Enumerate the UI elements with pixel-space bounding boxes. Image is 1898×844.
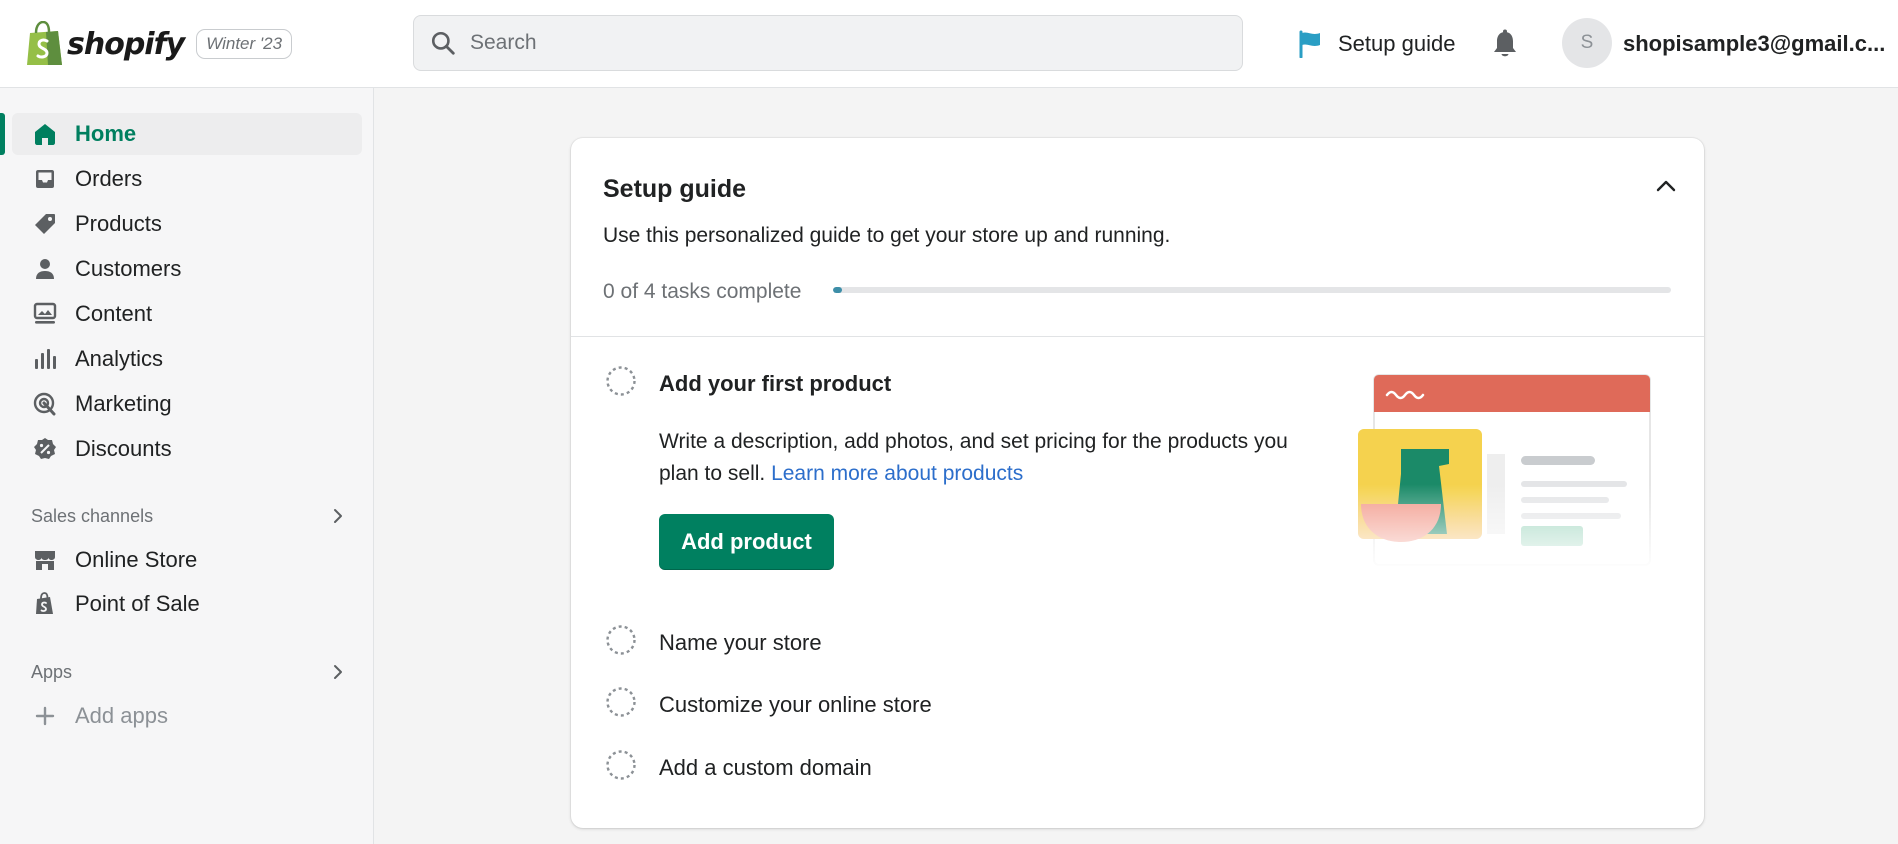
sidebar-item-content[interactable]: Content <box>12 293 362 335</box>
store-icon <box>35 551 55 570</box>
card-subtitle: Use this personalized guide to get your … <box>603 224 1171 247</box>
avatar[interactable]: S <box>1562 18 1612 68</box>
apps-label: Apps <box>31 661 73 682</box>
tag-icon <box>35 214 55 234</box>
top-bar: shopify Winter '23 Setup guide S shopisa… <box>0 0 1898 88</box>
card-title: Setup guide <box>603 175 747 203</box>
sidebar-item-orders[interactable]: Orders <box>12 158 362 200</box>
version-badge: Winter '23 <box>196 29 293 59</box>
discount-icon <box>34 438 56 459</box>
task-add-custom-domain[interactable]: Add a custom domain <box>659 755 872 781</box>
setup-guide-card: Setup guide Use this personalized guide … <box>571 138 1704 828</box>
pos-icon <box>36 592 53 614</box>
sidebar-item-label: Discounts <box>75 436 172 461</box>
task-add-first-product[interactable]: Add your first product <box>659 371 891 397</box>
inbox-icon <box>36 170 54 188</box>
task-status-circle-icon[interactable] <box>605 749 637 781</box>
sidebar-item-label: Add apps <box>75 703 168 728</box>
sidebar-item-label: Customers <box>75 256 182 281</box>
sidebar-item-label: Home <box>75 121 137 146</box>
image-icon <box>33 302 57 324</box>
setup-guide-label: Setup guide <box>1338 31 1456 56</box>
sidebar-item-home[interactable]: Home <box>12 113 362 155</box>
sidebar-item-label: Point of Sale <box>75 591 200 616</box>
collapse-button[interactable] <box>1651 171 1681 201</box>
sidebar-item-label: Online Store <box>75 547 198 572</box>
add-product-button[interactable]: Add product <box>659 514 834 570</box>
sidebar-item-add-apps[interactable]: Add apps <box>12 695 362 737</box>
person-icon <box>36 259 54 279</box>
task-customize-online-store[interactable]: Customize your online store <box>659 692 932 718</box>
bell-icon <box>1494 29 1516 57</box>
chevron-up-icon <box>1656 180 1676 192</box>
task-status-circle-icon[interactable] <box>605 686 637 718</box>
learn-more-products-link[interactable]: Learn more about products <box>771 462 1023 485</box>
sidebar-item-analytics[interactable]: Analytics <box>12 338 362 380</box>
progress-bar <box>833 287 1671 293</box>
sidebar-item-label: Content <box>75 301 153 326</box>
product-illustration <box>1341 374 1659 574</box>
task-description: Write a description, add photos, and set… <box>659 426 1299 490</box>
task-status-circle-icon[interactable] <box>605 365 637 397</box>
sidebar-item-online-store[interactable]: Online Store <box>12 539 362 581</box>
chevron-right-icon <box>334 665 342 679</box>
setup-guide-button[interactable]: Setup guide <box>1298 26 1455 62</box>
divider <box>571 336 1704 337</box>
search-icon <box>431 31 455 55</box>
apps-header[interactable]: Apps <box>31 657 345 687</box>
flag-icon <box>1299 30 1320 58</box>
chevron-right-icon <box>334 509 342 523</box>
sidebar: Home Orders Products Customers Content A… <box>0 88 374 844</box>
notifications-button[interactable] <box>1487 26 1523 62</box>
active-indicator <box>0 113 5 155</box>
search-input[interactable] <box>470 31 1210 55</box>
sidebar-item-products[interactable]: Products <box>12 203 362 245</box>
target-icon <box>33 392 56 416</box>
account-email[interactable]: shopisample3@gmail.c... <box>1623 31 1885 57</box>
plus-icon <box>35 706 55 726</box>
search-bar[interactable] <box>413 15 1243 71</box>
sidebar-item-point-of-sale[interactable]: Point of Sale <box>12 583 362 625</box>
home-icon <box>35 124 55 145</box>
progress-text: 0 of 4 tasks complete <box>603 280 802 303</box>
sidebar-item-customers[interactable]: Customers <box>12 248 362 290</box>
task-status-circle-icon[interactable] <box>605 624 637 656</box>
logo-wordmark: shopify <box>67 26 185 62</box>
sidebar-item-marketing[interactable]: Marketing <box>12 383 362 425</box>
sales-channels-header[interactable]: Sales channels <box>31 501 345 531</box>
sidebar-item-discounts[interactable]: Discounts <box>12 428 362 470</box>
sidebar-item-label: Orders <box>75 166 143 191</box>
sidebar-item-label: Analytics <box>75 346 164 371</box>
shopify-bag-icon <box>27 21 62 65</box>
shopify-logo[interactable]: shopify Winter '23 <box>24 20 293 68</box>
progress-fill <box>833 287 842 293</box>
sidebar-item-label: Marketing <box>75 391 172 416</box>
task-name-your-store[interactable]: Name your store <box>659 630 822 656</box>
sidebar-item-label: Products <box>75 211 162 236</box>
sales-channels-label: Sales channels <box>31 505 154 526</box>
bar-chart-icon <box>35 349 56 369</box>
